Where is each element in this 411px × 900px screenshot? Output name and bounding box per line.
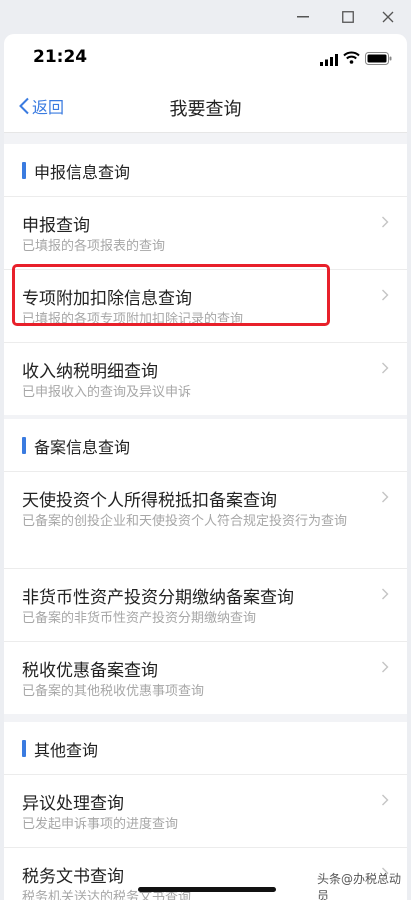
section-header: 其他查询 — [4, 722, 407, 775]
minimize-icon[interactable] — [289, 6, 317, 28]
section-title: 其他查询 — [34, 741, 99, 760]
section-title: 备案信息查询 — [34, 438, 131, 457]
navigation-bar: 返回 我要查询 — [4, 82, 407, 133]
list-item-objection-handling-query[interactable]: 异议处理查询 已发起申诉事项的进度查询 — [4, 775, 407, 848]
chevron-right-icon — [381, 585, 389, 600]
maximize-icon[interactable] — [334, 6, 362, 28]
item-subtitle: 已发起申诉事项的进度查询 — [22, 817, 179, 832]
item-title: 收入纳税明细查询 — [22, 362, 158, 382]
chevron-right-icon — [381, 488, 389, 503]
item-title: 异议处理查询 — [22, 794, 124, 814]
section-accent-bar — [22, 162, 26, 179]
item-title: 税务文书查询 — [22, 867, 124, 887]
section-accent-bar — [22, 437, 26, 454]
close-icon[interactable] — [374, 6, 402, 28]
item-subtitle: 已备案的其他税收优惠事项查询 — [22, 684, 205, 699]
signal-icon — [320, 51, 338, 70]
item-title: 税收优惠备案查询 — [22, 661, 158, 681]
item-subtitle: 已备案的创投企业和天使投资个人符合规定投资行为查询 — [22, 514, 348, 529]
item-subtitle: 已填报的各项报表的查询 — [22, 239, 166, 254]
list-item-non-monetary-asset-filing-query[interactable]: 非货币性资产投资分期缴纳备案查询 已备案的非货币性资产投资分期缴纳查询 — [4, 569, 407, 642]
item-subtitle: 已备案的非货币性资产投资分期缴纳查询 — [22, 611, 257, 626]
chevron-right-icon — [381, 658, 389, 673]
status-time: 21:24 — [33, 47, 88, 67]
list-item-angel-investment-filing-query[interactable]: 天使投资个人所得税抵扣备案查询 已备案的创投企业和天使投资个人符合规定投资行为查… — [4, 472, 407, 569]
window-title-bar — [0, 0, 411, 34]
chevron-right-icon — [381, 213, 389, 228]
list-item-tax-incentive-filing-query[interactable]: 税收优惠备案查询 已备案的其他税收优惠事项查询 — [4, 642, 407, 714]
list-item-income-tax-detail-query[interactable]: 收入纳税明细查询 已申报收入的查询及异议申诉 — [4, 343, 407, 415]
item-subtitle: 已申报收入的查询及异议申诉 — [22, 385, 192, 400]
section-accent-bar — [22, 740, 26, 757]
item-title: 天使投资个人所得税抵扣备案查询 — [22, 491, 277, 511]
watermark: 头条@办税总动员 — [317, 872, 402, 900]
item-title: 申报查询 — [22, 216, 90, 236]
list-item-declaration-query[interactable]: 申报查询 已填报的各项报表的查询 — [4, 197, 407, 270]
battery-icon — [365, 50, 392, 69]
section-title: 申报信息查询 — [34, 163, 131, 182]
section-header: 备案信息查询 — [4, 419, 407, 472]
phone-screen: 21:24 返回 我要查询 申报信息查询 申报查询 已填报的各项报表的查询 专项… — [4, 34, 407, 900]
chevron-right-icon — [381, 286, 389, 301]
section-header: 申报信息查询 — [4, 144, 407, 197]
chevron-right-icon — [381, 791, 389, 806]
section-filing: 备案信息查询 天使投资个人所得税抵扣备案查询 已备案的创投企业和天使投资个人符合… — [4, 419, 407, 714]
highlight-box — [12, 264, 330, 326]
page-title: 我要查询 — [169, 99, 242, 120]
chevron-right-icon — [381, 359, 389, 374]
item-title: 非货币性资产投资分期缴纳备案查询 — [22, 588, 294, 608]
home-indicator[interactable] — [138, 887, 276, 892]
wifi-icon — [343, 49, 360, 68]
status-bar: 21:24 — [4, 34, 407, 82]
